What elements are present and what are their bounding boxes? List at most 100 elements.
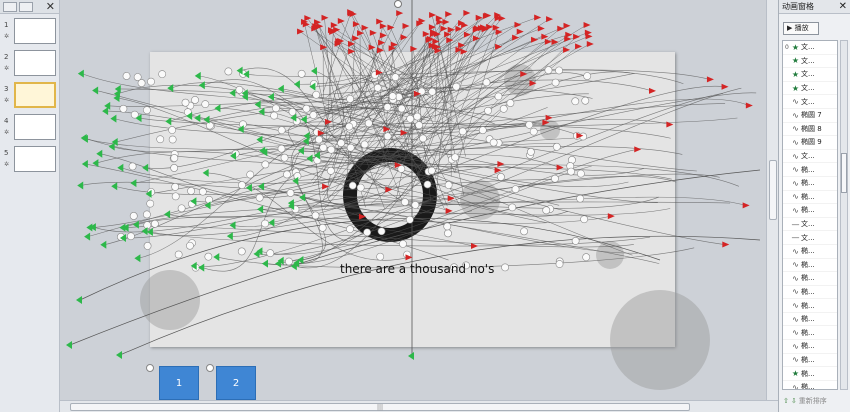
slide-thumbnail-pane: ✕ 1 ✲ 2 ✲ 3 ✲ 4 ✲ 5 ✲ xyxy=(0,0,60,412)
animation-item[interactable]: ∿ 椭... xyxy=(783,313,837,327)
animation-tag-marker xyxy=(443,222,452,231)
move-up-icon[interactable]: ⇧ xyxy=(783,397,789,405)
animation-item-label: 文... xyxy=(801,84,815,93)
slide-preview[interactable] xyxy=(14,18,56,44)
animation-list[interactable]: 0 ★ 文... ★ 文... ★ 文... ★ 文... ∿ 文... ∿ 椭圆 7 ∿ 椭圆 8 ∿ 椭圆 … xyxy=(782,40,838,390)
animation-tag[interactable] xyxy=(146,364,154,372)
end-marker-icon xyxy=(361,24,369,31)
animation-item[interactable]: ∿ 文... xyxy=(783,150,837,164)
slide-caption[interactable]: there are a thousand no's xyxy=(340,262,494,276)
motion-path-icon: ∿ xyxy=(792,273,799,283)
animation-item[interactable]: ∿ 椭... xyxy=(783,286,837,300)
slide-preview[interactable] xyxy=(14,146,56,172)
animation-item-label: 椭... xyxy=(801,355,815,364)
animation-item[interactable]: ∿ 椭圆 7 xyxy=(783,109,837,123)
animation-item[interactable]: — 文... xyxy=(783,218,837,232)
animation-list-scrollbar[interactable] xyxy=(840,40,848,390)
vertical-scroll-thumb[interactable] xyxy=(769,160,777,220)
animation-item[interactable]: ∿ 椭... xyxy=(783,354,837,368)
animation-tag-marker xyxy=(158,70,167,79)
start-marker-icon xyxy=(202,168,209,177)
animation-tag-marker xyxy=(238,181,246,189)
vertical-scrollbar[interactable] xyxy=(766,0,778,400)
animation-tag-marker xyxy=(168,126,177,134)
end-marker-icon xyxy=(402,23,410,30)
star-effect-icon: ★ xyxy=(791,69,800,79)
animation-item[interactable]: ∿ 椭... xyxy=(783,204,837,218)
animation-item[interactable]: ∿ 椭... xyxy=(783,245,837,259)
play-button[interactable]: ▶ 播放 xyxy=(783,22,819,35)
move-down-icon[interactable]: ⇩ xyxy=(791,397,797,405)
animation-tag-marker xyxy=(360,140,369,149)
animation-item[interactable]: ∿ 文... xyxy=(783,95,837,109)
end-marker-icon xyxy=(534,14,542,21)
animation-item[interactable]: ∿ 椭... xyxy=(783,272,837,286)
start-marker-icon xyxy=(76,296,82,304)
reorder-controls[interactable]: ⇧ ⇩ 重新排序 xyxy=(783,396,827,406)
animation-list-scroll-thumb[interactable] xyxy=(841,153,847,193)
horizontal-scrollbar[interactable]: ||| xyxy=(60,400,778,412)
animation-tag[interactable] xyxy=(206,364,214,372)
animation-item[interactable]: ∿ 椭... xyxy=(783,299,837,313)
animation-tag-marker xyxy=(345,122,354,131)
animation-item[interactable]: ∿ 椭... xyxy=(783,381,837,390)
animation-item[interactable]: ★ 文... xyxy=(783,68,837,82)
slide-preview[interactable] xyxy=(14,82,56,108)
slide-thumbnail[interactable]: 3 ✲ xyxy=(2,82,58,110)
slide-preview[interactable] xyxy=(14,114,56,140)
start-marker-icon xyxy=(214,104,221,113)
animation-item[interactable]: ∿ 椭... xyxy=(783,259,837,273)
animation-item[interactable]: ★ 椭... xyxy=(783,367,837,381)
start-marker-icon xyxy=(130,179,137,188)
slides-tab[interactable] xyxy=(3,2,17,12)
end-marker-icon xyxy=(320,44,328,51)
animation-tag-marker xyxy=(484,106,492,115)
end-marker-icon xyxy=(583,21,591,28)
animation-item[interactable]: ∿ 椭圆 9 xyxy=(783,136,837,150)
slide-thumbnail[interactable]: 4 ✲ xyxy=(2,114,58,142)
animation-item[interactable]: ∿ 椭... xyxy=(783,191,837,205)
end-marker-icon xyxy=(546,16,554,23)
animation-tag-marker xyxy=(413,112,422,121)
animation-tag-marker xyxy=(356,183,365,192)
animation-tag-marker xyxy=(551,78,560,87)
animation-tag-marker xyxy=(302,104,311,113)
animation-item[interactable]: ∿ 椭... xyxy=(783,340,837,354)
animation-item[interactable]: ∿ 椭圆 8 xyxy=(783,123,837,137)
start-marker-icon xyxy=(268,218,275,227)
transition-icon: ✲ xyxy=(4,65,10,72)
animation-tag-marker xyxy=(428,87,437,96)
animation-item[interactable]: 0 ★ 文... xyxy=(783,41,837,55)
animation-tag-marker xyxy=(186,241,194,250)
animation-item-label: 椭... xyxy=(801,301,815,310)
slide-thumbnail[interactable]: 2 ✲ xyxy=(2,50,58,78)
slide-editing-area[interactable]: there are a thousand no's 1 2 xyxy=(60,0,778,400)
animation-item[interactable]: ∿ 椭... xyxy=(783,326,837,341)
end-marker-icon xyxy=(495,43,503,50)
motion-path-handle[interactable] xyxy=(394,0,402,8)
motion-path-icon: ∿ xyxy=(792,382,799,390)
animation-tag-marker xyxy=(171,192,180,201)
animation-tag-marker xyxy=(377,227,386,236)
animation-item[interactable]: ∿ 椭... xyxy=(783,177,837,191)
slide-thumbnail[interactable]: 1 ✲ xyxy=(2,18,58,46)
animation-item[interactable]: — 文... xyxy=(783,231,837,245)
close-icon[interactable]: ✕ xyxy=(839,0,847,14)
slide-thumbnail[interactable]: 5 ✲ xyxy=(2,146,58,174)
animation-item[interactable]: ★ 文... xyxy=(783,55,837,69)
end-marker-icon xyxy=(563,46,571,53)
slide-preview[interactable] xyxy=(14,50,56,76)
offslide-box-1[interactable]: 1 xyxy=(159,366,199,400)
animation-item[interactable]: ∿ 椭... xyxy=(783,163,837,177)
animation-tag-marker xyxy=(235,85,244,94)
horizontal-scroll-thumb[interactable]: ||| xyxy=(70,403,690,411)
close-icon[interactable]: ✕ xyxy=(46,0,55,14)
start-marker-icon xyxy=(77,181,84,190)
animation-tag-marker xyxy=(346,143,355,152)
start-marker-icon xyxy=(116,351,122,359)
start-marker-icon xyxy=(293,80,300,89)
animation-item[interactable]: ★ 文... xyxy=(783,82,837,96)
motion-paths-layer[interactable] xyxy=(60,0,778,400)
outline-tab[interactable] xyxy=(19,2,33,12)
offslide-box-2[interactable]: 2 xyxy=(216,366,256,400)
